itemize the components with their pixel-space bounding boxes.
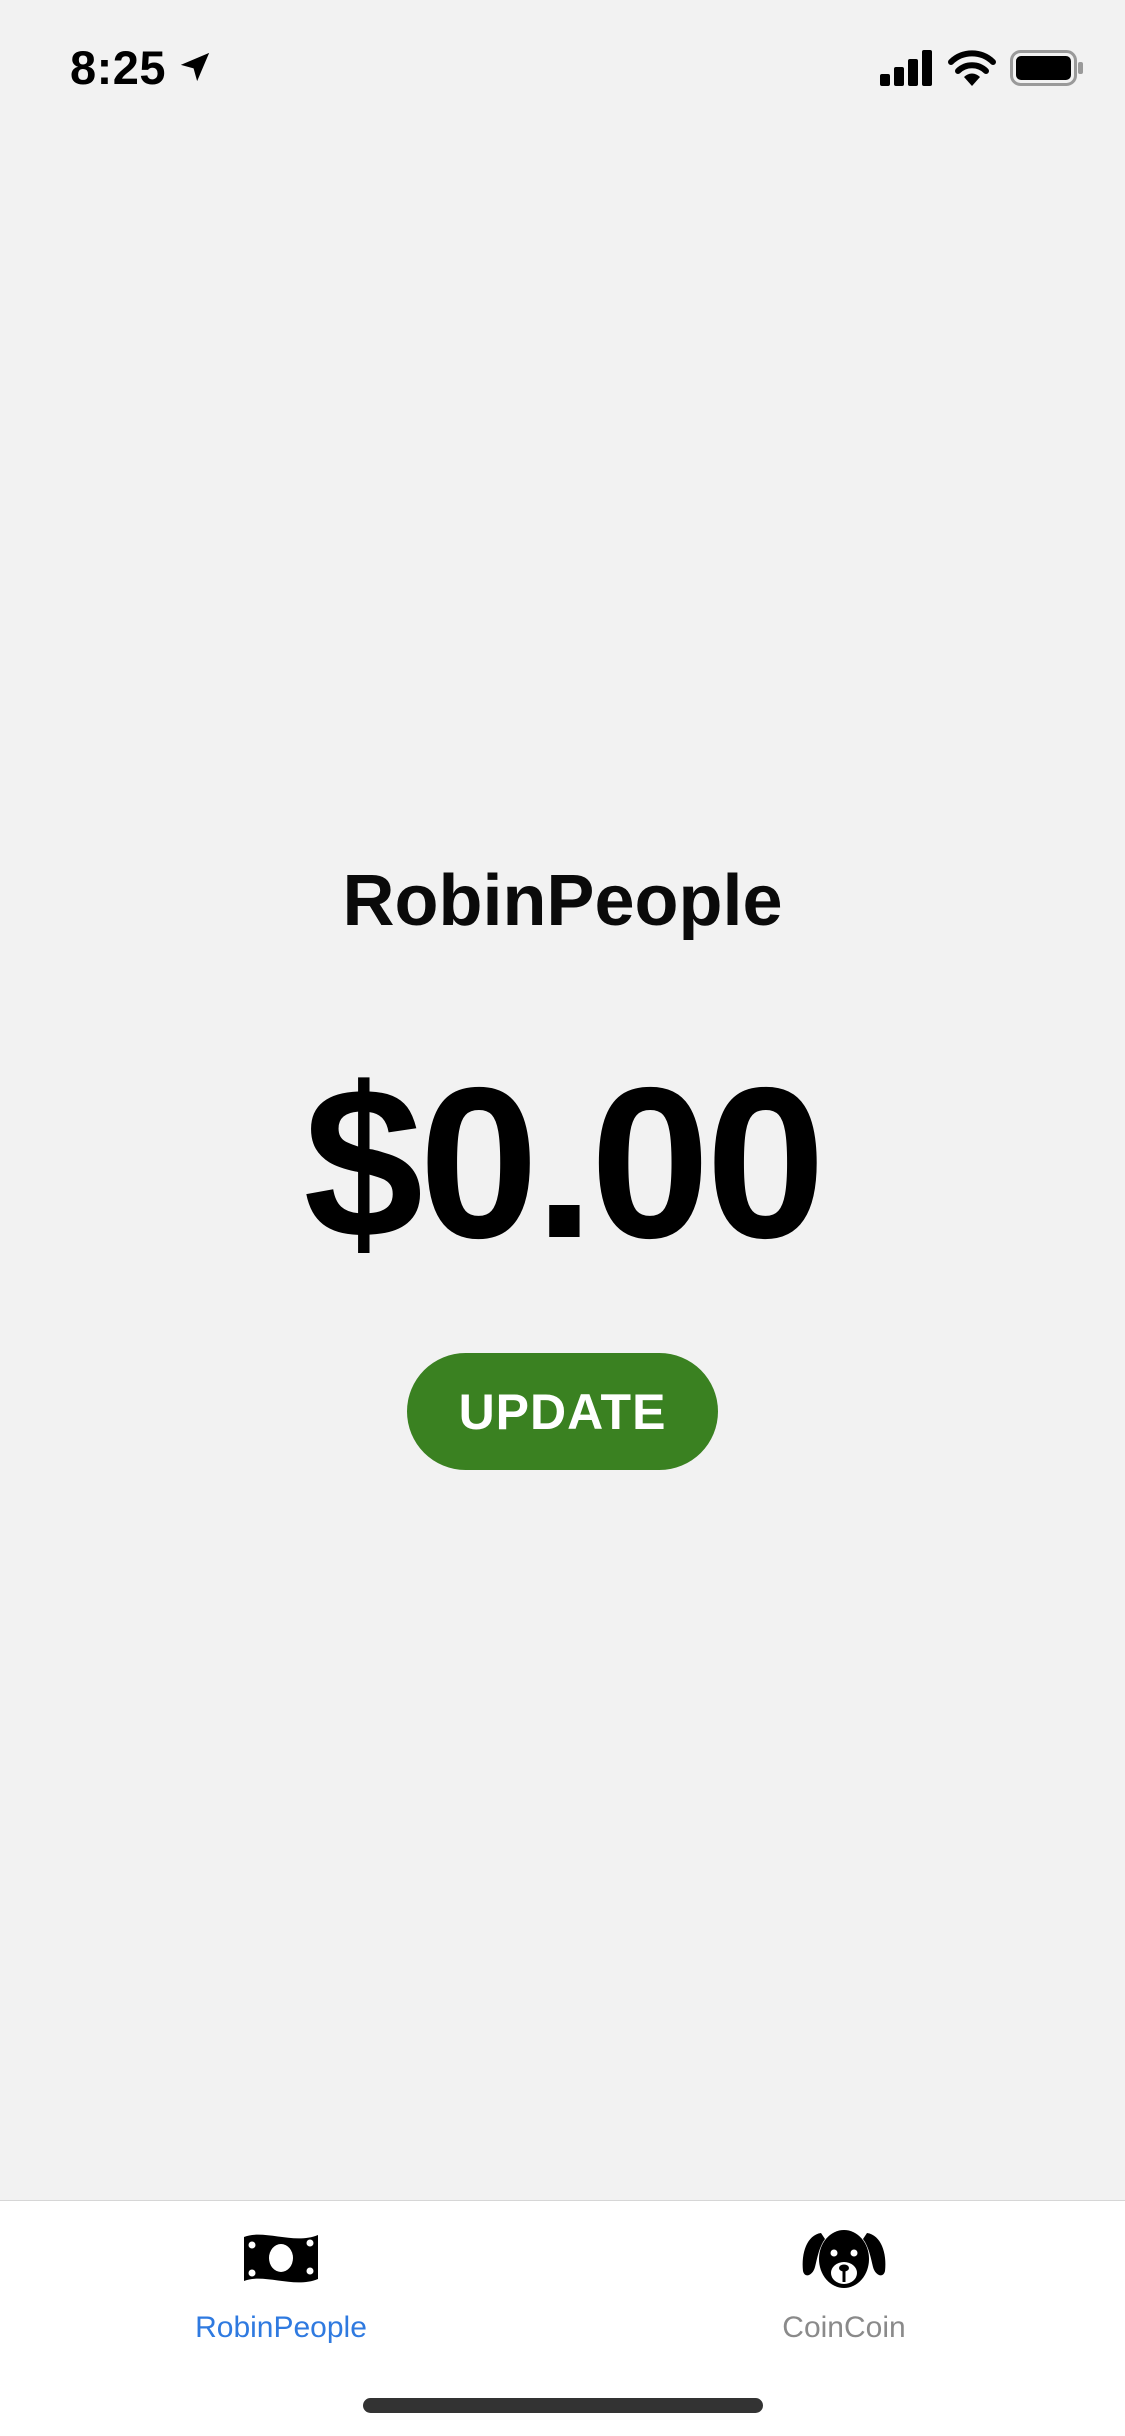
location-arrow-icon bbox=[180, 52, 210, 82]
status-bar: 8:25 bbox=[0, 0, 1125, 132]
tab-coincoin[interactable]: CoinCoin bbox=[563, 2201, 1125, 2361]
balance-value: $0.00 bbox=[303, 1042, 825, 1283]
tab-robinpeople[interactable]: RobinPeople bbox=[0, 2201, 562, 2361]
cellular-signal-icon bbox=[880, 50, 932, 86]
tab-coincoin-label: CoinCoin bbox=[782, 2311, 906, 2344]
dog-icon bbox=[802, 2230, 886, 2288]
update-button[interactable]: UPDATE bbox=[407, 1353, 718, 1470]
status-time: 8:25 bbox=[70, 41, 167, 94]
tab-robinpeople-label: RobinPeople bbox=[195, 2311, 367, 2344]
app-title: RobinPeople bbox=[342, 861, 783, 941]
app-screen: 8:25 RobinPeople $0.00 UPDATE RobinPeopl… bbox=[0, 0, 1125, 2436]
battery-icon bbox=[1010, 50, 1083, 86]
home-indicator[interactable] bbox=[363, 2398, 763, 2413]
wifi-icon bbox=[948, 50, 996, 86]
money-bill-icon bbox=[244, 2234, 318, 2283]
